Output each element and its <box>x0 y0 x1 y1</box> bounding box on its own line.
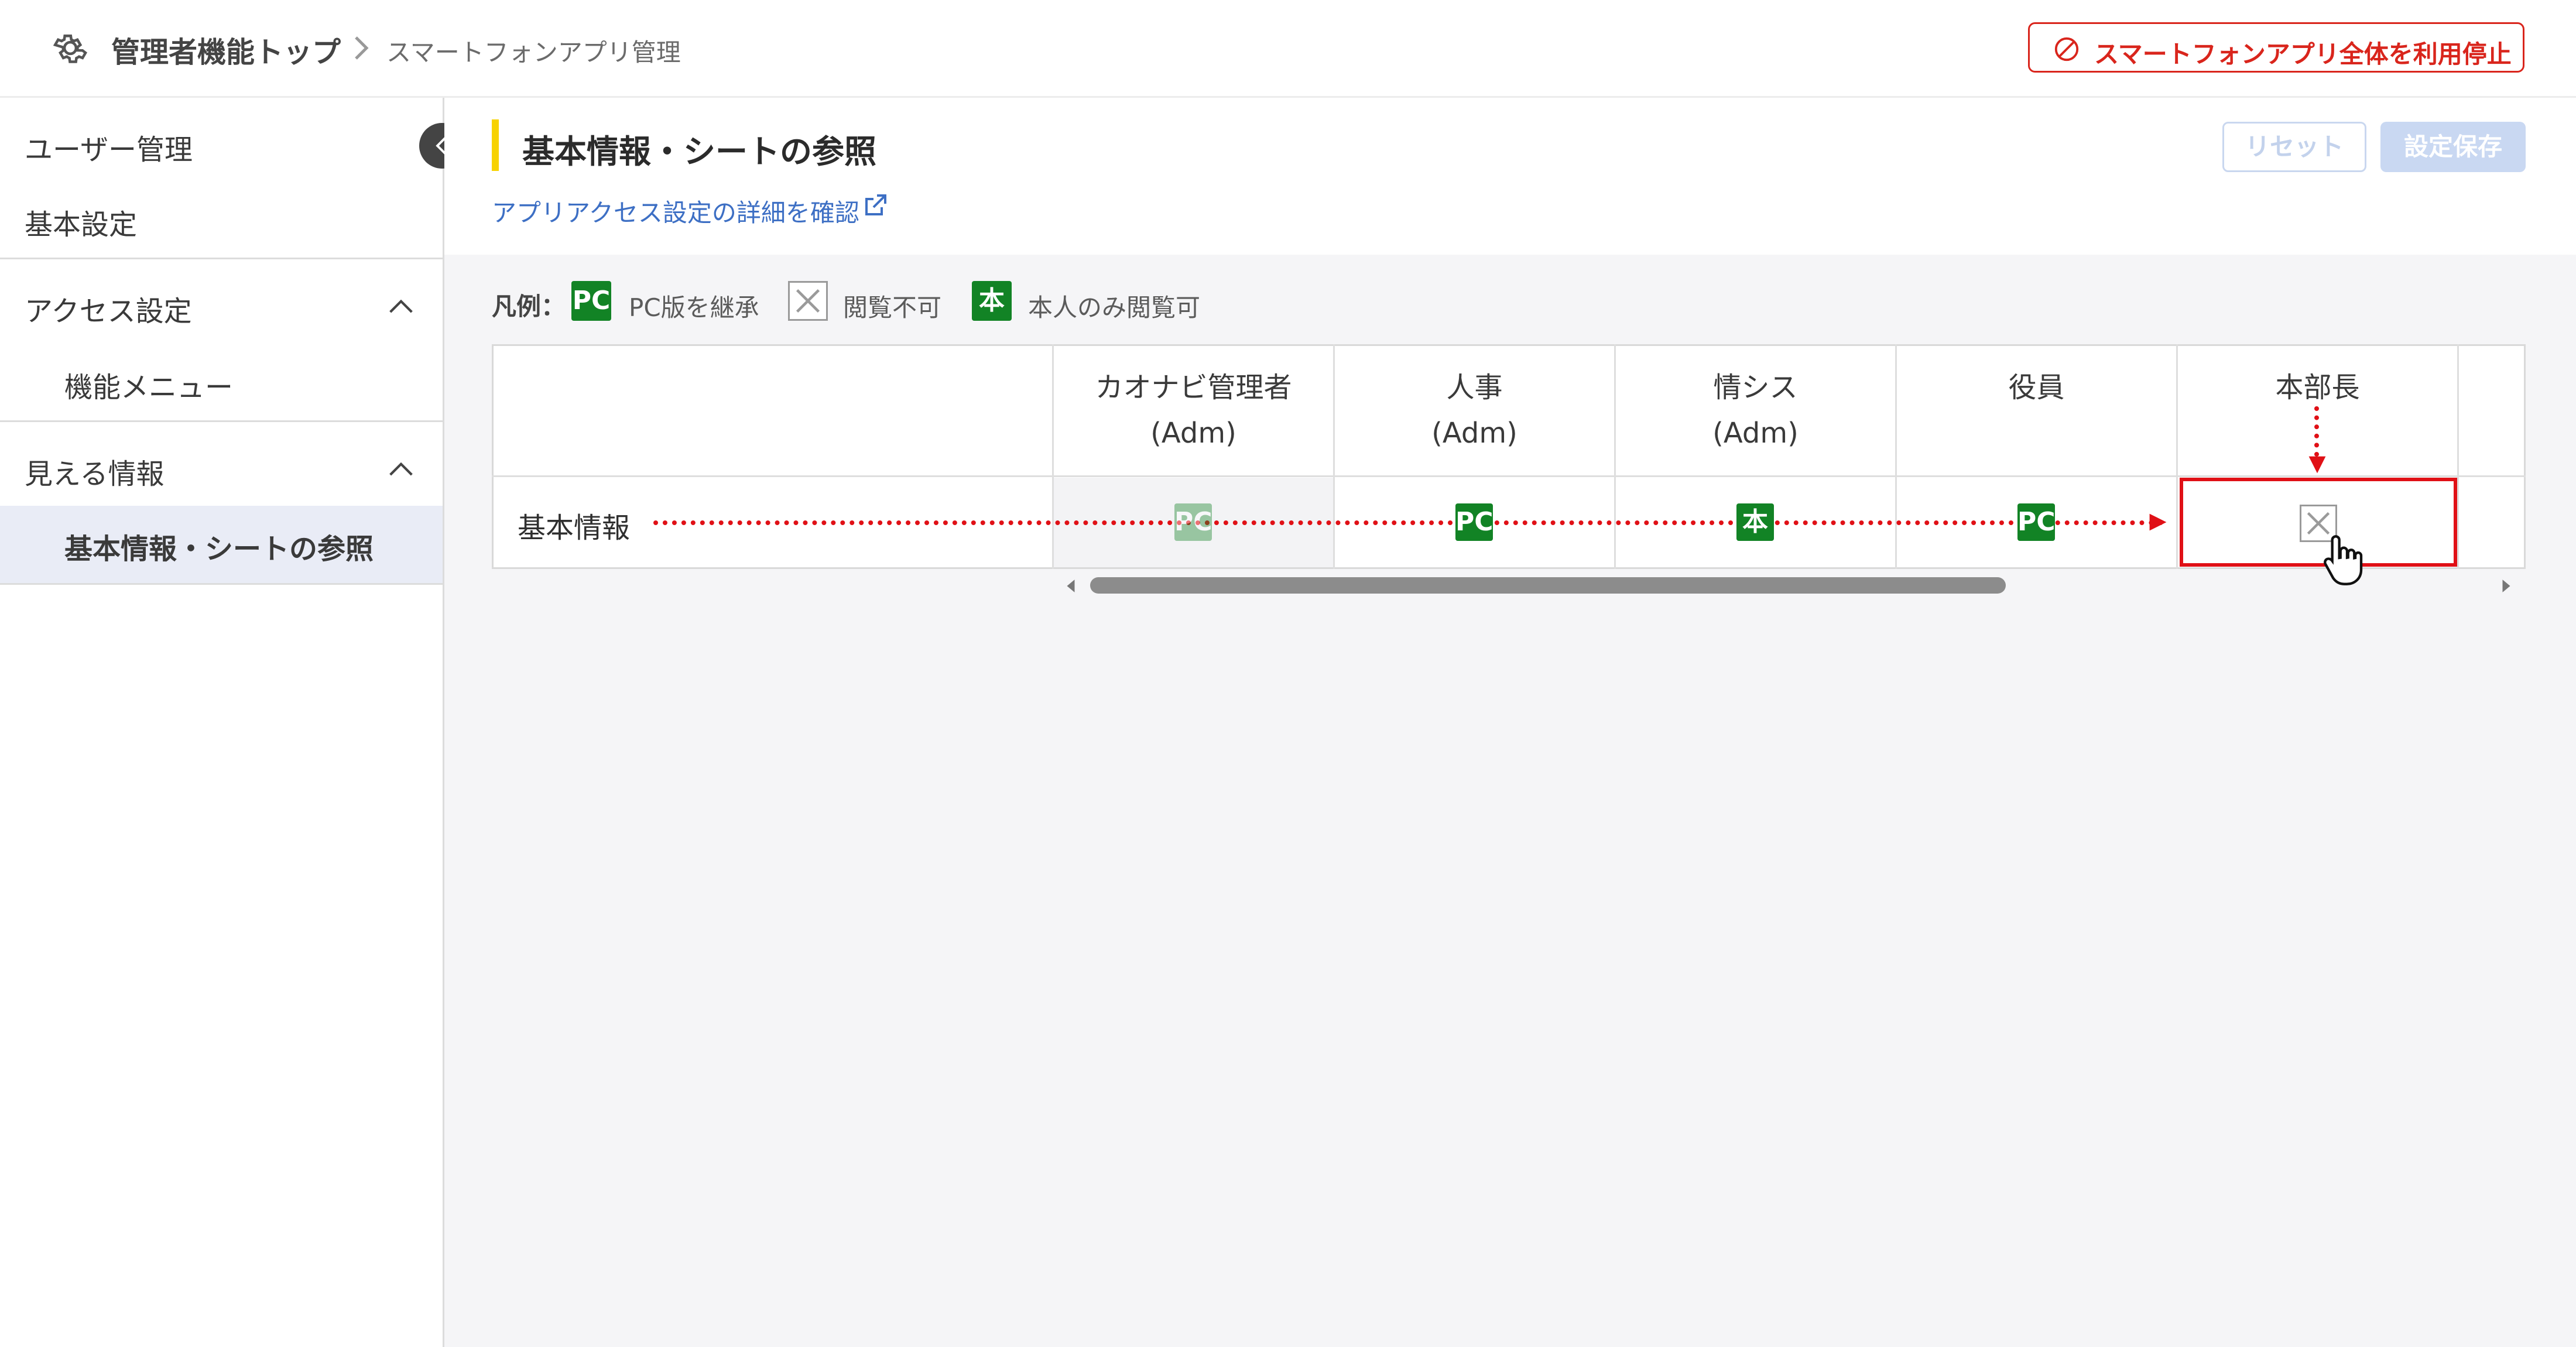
chevron-up-icon[interactable] <box>386 296 416 316</box>
self-only-badge-icon: 本 <box>972 281 1012 321</box>
gear-icon[interactable] <box>50 28 90 68</box>
scrollbar-thumb[interactable] <box>1090 577 2006 594</box>
column-header-hr: 人事 <box>1446 371 1503 404</box>
legend-text-self-only: 本人のみ閲覧可 <box>1028 293 1201 322</box>
column-header-division-head: 本部長 <box>2275 371 2360 404</box>
legend-text-pc: PC版を継承 <box>629 293 759 322</box>
cell-pc-badge[interactable]: PC <box>2017 503 2056 541</box>
sidebar-item-user-management[interactable]: ユーザー管理 <box>25 126 193 167</box>
column-subheader: (Adm) <box>1712 417 1799 450</box>
stop-all-app-label: スマートフォンアプリ全体を利用停止 <box>2094 40 2512 68</box>
title-accent-bar <box>492 119 499 171</box>
annotation-dotted-arrow-horizontal <box>653 520 2164 525</box>
sidebar <box>0 98 444 1347</box>
sidebar-divider <box>0 583 443 585</box>
arrow-right-icon <box>2149 513 2167 531</box>
sidebar-divider <box>0 258 443 259</box>
access-settings-detail-link[interactable]: アプリアクセス設定の詳細を確認 <box>492 193 859 229</box>
sidebar-group-visible-info[interactable]: 見える情報 <box>25 451 165 492</box>
arrow-down-icon <box>2308 456 2326 474</box>
annotation-highlight-box <box>2180 478 2457 567</box>
chevron-up-icon[interactable] <box>386 459 416 479</box>
annotation-dotted-arrow-vertical <box>2314 406 2319 457</box>
prohibit-icon <box>2054 37 2079 61</box>
save-settings-button[interactable]: 設定保存 <box>2380 122 2526 172</box>
scroll-right-arrow-icon[interactable] <box>2500 578 2513 594</box>
column-subheader: (Adm) <box>1150 417 1236 450</box>
legend-text-no-view: 閲覧不可 <box>843 293 942 322</box>
top-bar: 管理者機能トップ スマートフォンアプリ管理 スマートフォンアプリ全体を利用停止 <box>0 0 2576 98</box>
external-link-icon[interactable] <box>861 192 889 220</box>
cell-self-only-badge[interactable]: 本 <box>1736 503 1774 541</box>
breadcrumb-current: スマートフォンアプリ管理 <box>386 38 681 67</box>
page-title: 基本情報・シートの参照 <box>522 133 877 170</box>
column-header-it: 情シス <box>1713 371 1798 404</box>
cell-pc-badge-disabled[interactable]: PC <box>1174 503 1212 541</box>
sidebar-item-basic-info-sheet-label: 基本情報・シートの参照 <box>64 533 374 565</box>
sidebar-divider <box>0 420 443 422</box>
row-label-basic-info: 基本情報 <box>518 512 631 544</box>
stop-all-app-button[interactable]: スマートフォンアプリ全体を利用停止 <box>2028 22 2524 73</box>
column-subheader: (Adm) <box>1431 417 1517 450</box>
breadcrumb-top-link[interactable]: 管理者機能トップ <box>111 29 341 71</box>
sidebar-item-basic-settings[interactable]: 基本設定 <box>25 201 137 242</box>
column-header-kaonavi-admin: カオナビ管理者 <box>1095 371 1292 404</box>
sidebar-group-access-settings[interactable]: アクセス設定 <box>25 288 192 329</box>
table-col-divider <box>2457 344 2459 569</box>
legend-label: 凡例： <box>492 292 566 321</box>
table-row-divider <box>492 475 2526 477</box>
pc-badge-icon: PC <box>571 281 611 321</box>
reset-button[interactable]: リセット <box>2222 122 2366 172</box>
scroll-left-arrow-icon[interactable] <box>1064 578 1077 594</box>
cell-pc-badge[interactable]: PC <box>1455 503 1493 541</box>
no-view-icon <box>788 281 828 321</box>
chevron-right-icon <box>355 36 369 60</box>
sidebar-item-function-menu[interactable]: 機能メニュー <box>64 364 233 405</box>
column-header-executive: 役員 <box>2008 371 2065 404</box>
